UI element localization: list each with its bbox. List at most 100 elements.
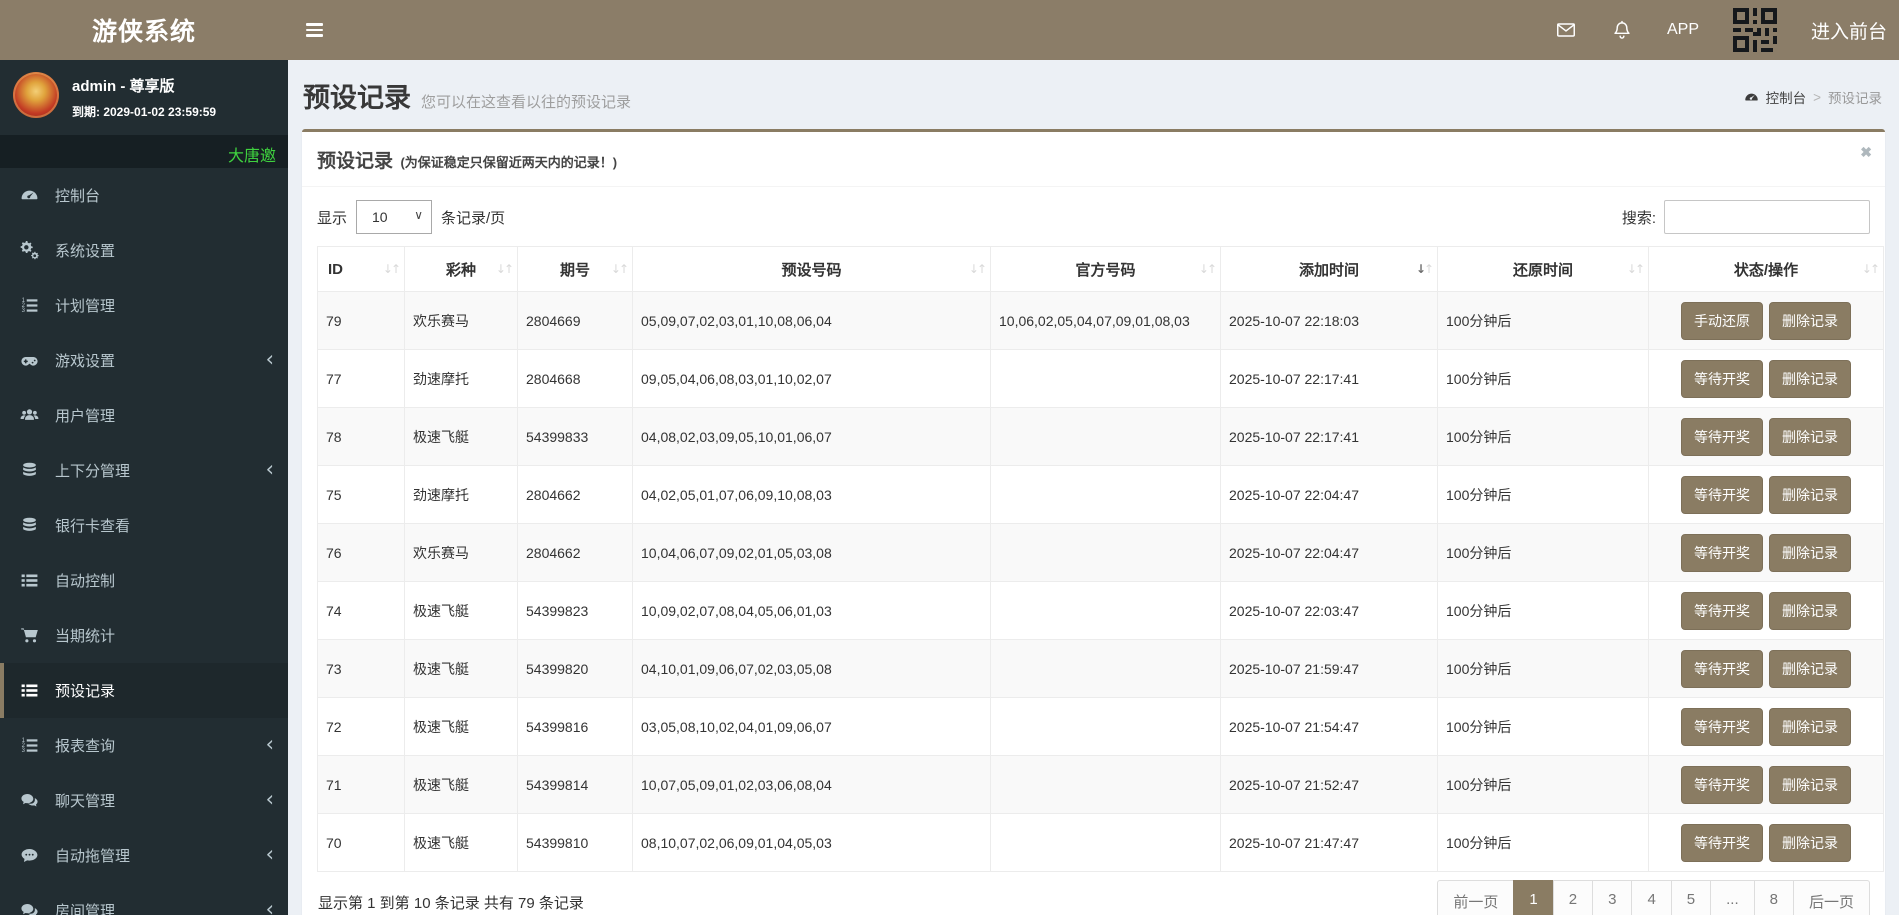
sidebar-item-plan-management[interactable]: 1 2 3 计划管理 xyxy=(0,278,288,333)
cell-restore-time: 100分钟后 xyxy=(1437,291,1649,350)
sidebar-item-console[interactable]: 控制台 xyxy=(0,168,288,223)
delete-record-button[interactable]: 删除记录 xyxy=(1769,359,1851,398)
sort-icon: ↓↑ xyxy=(1861,262,1880,276)
waiting-draw-button[interactable]: 等待开奖 xyxy=(1681,533,1763,572)
sidebar-item-label: 银行卡查看 xyxy=(55,518,131,535)
cell-added-time: 2025-10-07 22:17:41 xyxy=(1220,349,1438,408)
notifications-icon[interactable] xyxy=(1611,19,1633,41)
pagination-item: 8 xyxy=(1753,880,1794,915)
list-icon xyxy=(20,681,44,700)
user-name: admin - 尊享版 xyxy=(72,78,175,95)
search-input[interactable] xyxy=(1664,200,1870,234)
sidebar-item-bankcard-view[interactable]: 银行卡查看 xyxy=(0,498,288,553)
delete-record-button[interactable]: 删除记录 xyxy=(1769,765,1851,804)
page-8[interactable]: 8 xyxy=(1753,880,1794,915)
cell-issue-number: 2804669 xyxy=(517,291,633,350)
table-toolbar: 显示 10 条记录/页 搜索: xyxy=(317,187,1870,246)
sidebar-item-preset-records[interactable]: 预设记录 xyxy=(0,663,288,718)
delete-record-button[interactable]: 删除记录 xyxy=(1769,823,1851,862)
chevron-left-icon: ‹ xyxy=(265,457,274,481)
sidebar-item-label: 控制台 xyxy=(55,188,101,205)
column-header-8[interactable]: 状态/操作 ↓↑ xyxy=(1648,246,1884,292)
page-1[interactable]: 1 xyxy=(1513,880,1554,915)
sidebar-item-report-query[interactable]: 1 2 3 报表查询 ‹ xyxy=(0,718,288,773)
page-prev[interactable]: 前一页 xyxy=(1437,880,1515,915)
delete-record-button[interactable]: 删除记录 xyxy=(1769,649,1851,688)
pagination-item: 3 xyxy=(1592,880,1633,915)
waiting-draw-button[interactable]: 等待开奖 xyxy=(1681,359,1763,398)
sidebar-item-user-management[interactable]: 用户管理 xyxy=(0,388,288,443)
cell-issue-number: 54399810 xyxy=(517,813,633,872)
enter-frontend-link[interactable]: 进入前台 xyxy=(1811,17,1887,44)
sidebar-item-updown-management[interactable]: 上下分管理 ‹ xyxy=(0,443,288,498)
cell-actions: 等待开奖 删除记录 xyxy=(1648,465,1884,524)
waiting-draw-button[interactable]: 等待开奖 xyxy=(1681,707,1763,746)
cell-issue-number: 54399823 xyxy=(517,581,633,640)
column-header-3[interactable]: 期号 ↓↑ xyxy=(517,246,633,292)
page-ellipsis[interactable]: ... xyxy=(1710,880,1755,915)
waiting-draw-button[interactable]: 等待开奖 xyxy=(1681,417,1763,456)
sidebar-item-label: 游戏设置 xyxy=(55,353,116,370)
messages-icon[interactable] xyxy=(1555,19,1577,41)
panel-body: 显示 10 条记录/页 搜索: ID ↓↑ 彩种 ↓↑ 期号 ↓↑ 预设号码 ↓↑ 官方号码 ↓↑… xyxy=(302,187,1885,915)
qr-code-icon[interactable] xyxy=(1732,8,1777,52)
delete-record-button[interactable]: 删除记录 xyxy=(1769,707,1851,746)
sidebar-item-auto-bot-management[interactable]: 自动拖管理 ‹ xyxy=(0,828,288,883)
sidebar-toggle-button[interactable] xyxy=(288,0,340,60)
sidebar-item-current-stats[interactable]: 当期统计 xyxy=(0,608,288,663)
column-header-2[interactable]: 彩种 ↓↑ xyxy=(404,246,518,292)
pagination-item: 2 xyxy=(1552,880,1594,915)
manual-restore-button[interactable]: 手动还原 xyxy=(1681,301,1763,340)
breadcrumb-home[interactable]: 控制台 xyxy=(1766,87,1807,107)
column-header-4[interactable]: 预设号码 ↓↑ xyxy=(632,246,991,292)
cell-game-type: 极速飞艇 xyxy=(404,639,518,698)
sidebar-item-system-settings[interactable]: 系统设置 xyxy=(0,223,288,278)
cell-actions: 等待开奖 删除记录 xyxy=(1648,581,1884,640)
sidebar-item-label: 当期统计 xyxy=(55,628,116,645)
column-header-1[interactable]: ID ↓↑ xyxy=(317,246,405,292)
top-navbar: 游侠系统 APP 进入前台 xyxy=(0,0,1899,60)
column-header-5[interactable]: 官方号码 ↓↑ xyxy=(990,246,1221,292)
cell-game-type: 极速飞艇 xyxy=(404,407,518,466)
page-title-text: 预设记录 xyxy=(303,83,411,113)
search-control: 搜索: xyxy=(1622,200,1870,234)
column-header-6[interactable]: 添加时间 ↓↑ xyxy=(1220,246,1438,292)
delete-record-button[interactable]: 删除记录 xyxy=(1769,533,1851,572)
page-size-select[interactable]: 10 xyxy=(356,200,433,234)
sidebar-item-auto-control[interactable]: 自动控制 xyxy=(0,553,288,608)
cell-issue-number: 2804662 xyxy=(517,523,633,582)
pagination-item: ... xyxy=(1710,880,1755,915)
waiting-draw-button[interactable]: 等待开奖 xyxy=(1681,823,1763,862)
waiting-draw-button[interactable]: 等待开奖 xyxy=(1681,765,1763,804)
sidebar-item-label: 系统设置 xyxy=(55,243,116,260)
list-ol-icon: 123 xyxy=(20,736,44,755)
page-4[interactable]: 4 xyxy=(1631,880,1672,915)
pagination-item: 5 xyxy=(1670,880,1712,915)
waiting-draw-button[interactable]: 等待开奖 xyxy=(1681,591,1763,630)
sidebar-item-game-settings[interactable]: 游戏设置 ‹ xyxy=(0,333,288,388)
panel-title: 预设记录 xyxy=(317,151,394,172)
close-icon[interactable]: ✖ xyxy=(1860,145,1872,159)
delete-record-button[interactable]: 删除记录 xyxy=(1769,417,1851,456)
navbar-right: APP 进入前台 xyxy=(1555,0,1899,60)
sidebar-item-room-management[interactable]: 房间管理 ‹ xyxy=(0,883,288,915)
gears-icon xyxy=(20,241,44,260)
sidebar-item-chat-management[interactable]: 聊天管理 ‹ xyxy=(0,773,288,828)
brand-logo[interactable]: 游侠系统 xyxy=(0,0,288,60)
delete-record-button[interactable]: 删除记录 xyxy=(1769,475,1851,514)
cell-preset-numbers: 04,10,01,09,06,07,02,03,05,08 xyxy=(632,639,991,698)
dashboard-icon xyxy=(20,186,44,205)
page-2[interactable]: 2 xyxy=(1552,880,1594,915)
page-5[interactable]: 5 xyxy=(1670,880,1712,915)
delete-record-button[interactable]: 删除记录 xyxy=(1769,301,1851,340)
cell-actions: 手动还原 删除记录 xyxy=(1648,291,1884,350)
app-link[interactable]: APP xyxy=(1667,21,1699,39)
table-row: 72 极速飞艇 54399816 03,05,08,10,02,04,01,09,06… xyxy=(317,697,1884,756)
delete-record-button[interactable]: 删除记录 xyxy=(1769,591,1851,630)
page-3[interactable]: 3 xyxy=(1592,880,1633,915)
waiting-draw-button[interactable]: 等待开奖 xyxy=(1681,649,1763,688)
waiting-draw-button[interactable]: 等待开奖 xyxy=(1681,475,1763,514)
column-header-7[interactable]: 还原时间 ↓↑ xyxy=(1437,246,1649,292)
records-table: ID ↓↑ 彩种 ↓↑ 期号 ↓↑ 预设号码 ↓↑ 官方号码 ↓↑ 添加时间 ↓↑ 还原时间 ↓↑ 状态/操… xyxy=(317,246,1884,872)
page-next[interactable]: 后一页 xyxy=(1792,880,1870,915)
